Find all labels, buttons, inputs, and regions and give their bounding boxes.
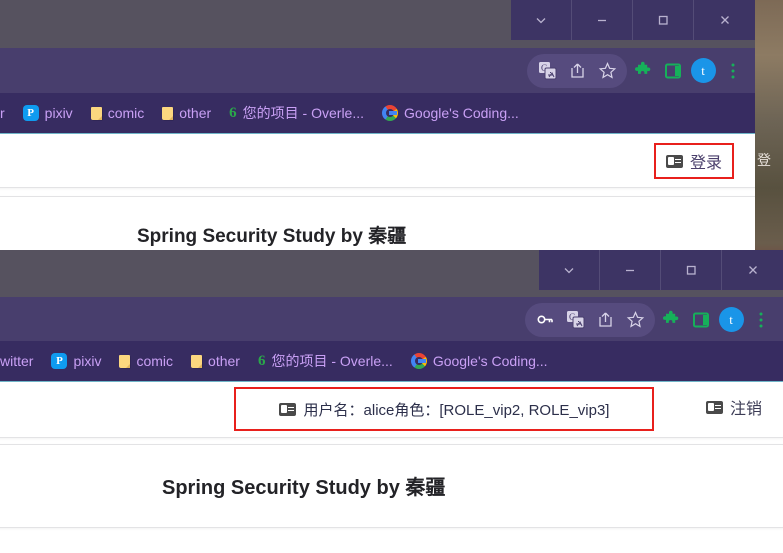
translate-icon[interactable]: G [561,306,589,334]
login-button[interactable]: 登录 [653,143,734,179]
browser-window-bottom[interactable]: G t witter P pixiv comic other 6 您的项目 - … [0,250,783,553]
overleaf-icon: 6 [229,104,237,121]
bookmark-item-other[interactable]: other [153,93,220,133]
minimize-icon[interactable] [600,250,661,290]
chevron-down-icon[interactable] [511,0,572,40]
titlebar-bottom [0,250,783,297]
page-nav-card: 登录 [0,134,755,188]
folder-icon [119,354,131,368]
maximize-icon[interactable] [633,0,694,40]
bookmark-label: Google's Coding... [432,353,548,369]
folder-icon [191,354,203,368]
avatar-letter: t [718,307,744,332]
close-icon[interactable] [694,0,755,40]
page-title: Spring Security Study by 秦疆 [137,226,407,247]
id-card-icon [278,402,296,416]
browser-menu-icon[interactable] [747,306,775,334]
bookmark-label: comic [107,105,145,121]
avatar-letter: t [690,58,716,83]
titlebar-top [0,0,755,48]
bookmark-item[interactable]: r [0,93,14,133]
user-info-label: 用户名：alice角色：[ROLE_vip2, ROLE_vip3] [303,401,610,419]
bookmark-item-google[interactable]: Google's Coding... [373,93,528,133]
window-controls-bottom [539,250,783,290]
bookmarks-bar-top: r P pixiv comic other 6 您的项目 - Overle...… [0,93,755,134]
bookmark-item-google[interactable]: Google's Coding... [402,341,557,381]
bookmark-label: comic [136,353,174,369]
browser-window-top[interactable]: G t r P pixiv comic other 6 您的项目 - Overl… [0,0,755,262]
maximize-icon[interactable] [661,250,722,290]
page-nav-card: 用户名：alice角色：[ROLE_vip2, ROLE_vip3] 注销 [0,382,783,438]
bookmark-item-overleaf[interactable]: 6 您的项目 - Overle... [249,341,402,381]
bookmark-label: pixiv [73,353,102,369]
bookmark-label: pixiv [44,105,73,121]
wallpaper-glyph: 登 [757,153,771,169]
bookmark-item-pixiv[interactable]: P pixiv [42,341,110,381]
extensions-puzzle-icon[interactable] [629,57,657,85]
bookmark-label: 您的项目 - Overle... [271,353,393,369]
page-title: Spring Security Study by 秦疆 [162,477,446,499]
id-card-icon [665,154,683,168]
omnibox-action-group: G [525,302,655,337]
window-controls-top [511,0,755,40]
bookmark-label: 您的项目 - Overle... [242,105,365,121]
logout-button-label: 注销 [729,401,762,418]
overleaf-icon: 6 [257,352,266,369]
id-card-icon [705,400,723,414]
avatar[interactable]: t [717,306,745,334]
pixiv-icon: P [22,105,39,121]
browser-toolbar-top: G t [0,48,755,93]
bookmark-item-pixiv[interactable]: P pixiv [14,93,82,133]
bookmark-item-other[interactable]: other [182,341,249,381]
password-key-icon[interactable] [531,306,559,334]
bookmark-label: witter [0,353,34,369]
share-icon[interactable] [563,57,591,85]
user-info-banner[interactable]: 用户名：alice角色：[ROLE_vip2, ROLE_vip3] [234,387,654,431]
login-button-label: 登录 [689,155,722,172]
folder-icon [90,106,102,120]
bookmark-star-icon[interactable] [593,57,621,85]
google-icon [410,353,427,369]
bookmark-label: other [208,353,240,369]
bookmark-item-comic[interactable]: comic [110,341,182,381]
page-hero-card: Spring Security Study by 秦疆 [0,444,783,528]
bookmark-item-twitter[interactable]: witter [0,341,42,381]
side-panel-icon[interactable] [687,306,715,334]
translate-icon[interactable]: G [533,57,561,85]
browser-menu-icon[interactable] [719,57,747,85]
extensions-puzzle-icon[interactable] [657,306,685,334]
share-icon[interactable] [591,306,619,334]
bookmark-label: r [0,105,5,121]
browser-toolbar-bottom: G t [0,297,783,341]
bookmarks-bar-bottom: witter P pixiv comic other 6 您的项目 - Over… [0,341,783,382]
omnibox-action-group: G [527,53,627,88]
google-icon [382,105,399,121]
page-content-bottom: 用户名：alice角色：[ROLE_vip2, ROLE_vip3] 注销 Sp… [0,382,783,553]
page-content-top: 登录 Spring Security Study by 秦疆 [0,134,755,262]
avatar[interactable]: t [689,57,717,85]
bookmark-item-overleaf[interactable]: 6 您的项目 - Overle... [220,93,373,133]
logout-button[interactable]: 注销 [705,395,762,419]
bookmark-item-comic[interactable]: comic [82,93,154,133]
chevron-down-icon[interactable] [539,250,600,290]
side-panel-icon[interactable] [659,57,687,85]
pixiv-icon: P [51,353,68,369]
folder-icon [162,106,174,120]
minimize-icon[interactable] [572,0,633,40]
bookmark-label: Google's Coding... [404,105,519,121]
close-icon[interactable] [722,250,783,290]
bookmark-star-icon[interactable] [621,306,649,334]
bookmark-label: other [179,105,212,121]
